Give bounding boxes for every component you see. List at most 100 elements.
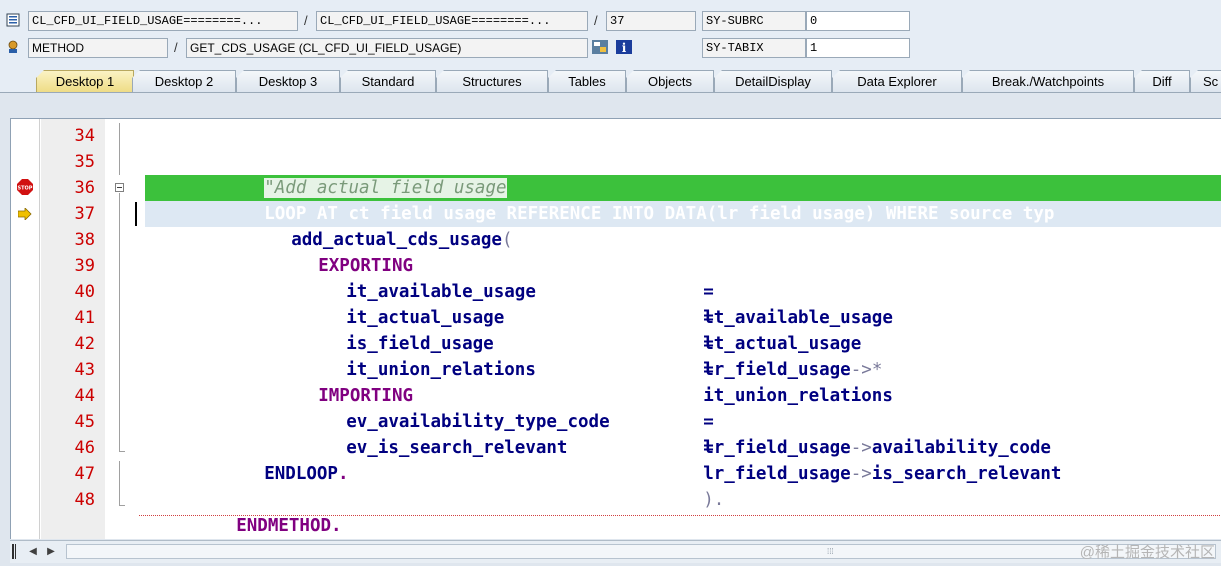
deref-arrow: -> [850,464,872,484]
code-line-35: "Add actual field usage [201,149,507,198]
debugger-header: CL_CFD_UI_FIELD_USAGE========... / CL_CF… [0,0,1221,68]
code-line-44-value: = lr_field_usage->availability_code [640,383,1051,458]
tab-desktop-2[interactable]: Desktop 2 [132,70,236,92]
param-value: lr_field_usage [703,438,851,458]
close-paren: ). [703,490,725,510]
code-line-38: EXPORTING [255,227,413,276]
code-line-42: it_union_relations [283,331,536,380]
code-line-37: add_actual_cds_usage( [228,201,512,250]
line-number: 46 [74,438,95,458]
line-number: 34 [74,126,95,146]
current-line-arrow-icon [17,207,32,223]
code-line-42-value: = it_union_relations [640,331,893,406]
line-number: 41 [74,308,95,328]
tab-detail-display[interactable]: DetailDisplay [714,70,832,92]
line-field[interactable]: 37 [606,11,696,31]
attribute: is_search_relevant [871,464,1062,484]
desktop-tab-strip: Desktop 1 Desktop 2 Desktop 3 Standard S… [0,68,1221,93]
param-name: ev_is_search_relevant [346,438,568,458]
scroll-home-icon[interactable] [12,544,16,559]
fold-end [119,451,125,452]
method-end-separator [139,515,1221,516]
tab-objects[interactable]: Objects [626,70,714,92]
line-number: 39 [74,256,95,276]
scroll-grip-icon[interactable]: ⁞⁞⁞ [827,545,834,558]
code-line-46: ENDLOOP. [201,435,348,484]
svg-text:STOP: STOP [18,186,33,192]
sysvar-value-field[interactable]: 0 [806,11,910,31]
line-number: 37 [74,204,95,224]
watermark: @稀土掘金技术社区 [1079,544,1215,561]
tab-structures[interactable]: Structures [436,70,548,92]
code-line-40-value: = lt_actual_usage [640,279,861,354]
deref-star: * [871,360,883,380]
horizontal-scrollbar[interactable]: ◀ ▶ ⁞⁞⁞ [10,540,1221,563]
method-icon [6,40,20,54]
program-field[interactable]: CL_CFD_UI_FIELD_USAGE========... [28,11,298,31]
code-line-36: LOOP AT ct field usage REFERENCE INTO DA… [201,175,1054,224]
stop-icon[interactable]: STOP [17,179,33,198]
line-number: 44 [74,386,95,406]
fold-end [119,505,125,506]
line-number: 43 [74,360,95,380]
code-line-41-value: = lr_field_usage->* [640,305,882,380]
assign-op: = [703,438,714,458]
tab-tables[interactable]: Tables [548,70,626,92]
line-number: 38 [74,230,95,250]
tab-desktop-3[interactable]: Desktop 3 [236,70,340,92]
event-name-field[interactable]: GET_CDS_USAGE (CL_CFD_UI_FIELD_USAGE) [186,38,588,58]
period: . [337,464,349,484]
attribute: availability_code [871,438,1051,458]
fold-line [119,461,120,505]
line-number: 45 [74,412,95,432]
line-number: 42 [74,334,95,354]
tab-data-explorer[interactable]: Data Explorer [832,70,962,92]
period: . [331,516,342,536]
scroll-left-icon[interactable]: ◀ [26,544,40,559]
code-line-41: is_field_usage [283,305,494,354]
svg-text:i: i [622,41,627,54]
fold-toggle[interactable] [115,183,124,192]
include-field[interactable]: CL_CFD_UI_FIELD_USAGE========... [316,11,588,31]
code-line-44: ev_availability_type_code [283,383,609,432]
deref-arrow: -> [850,438,872,458]
code-line-39-value: = lt_available_usage [640,253,893,328]
scroll-right-icon[interactable]: ▶ [44,544,58,559]
paren: ( [501,230,513,250]
event-type-field[interactable]: METHOD [28,38,168,58]
tab-standard[interactable]: Standard [340,70,436,92]
fold-line [119,123,120,175]
line-number: 47 [74,464,95,484]
code-line-45-value: = lr_field_usage->is_search_relevant ). [640,409,1061,510]
separator: / [304,13,308,28]
info-icon[interactable]: i [616,40,632,55]
param-value: lr_field_usage [703,464,851,484]
program-icon [6,13,20,27]
code-line-40: it_actual_usage [283,279,504,328]
assign-op: = [703,360,714,380]
scroll-track[interactable]: ⁞⁞⁞ [66,544,1216,559]
text-cursor [135,202,137,226]
keyword-endloop: ENDLOOP [264,464,338,484]
fold-line [119,193,120,451]
line-number-column: 34 35 36 37 38 39 40 41 42 43 44 45 46 4… [41,119,105,539]
tab-diff[interactable]: Diff [1134,70,1190,92]
navigate-icon[interactable] [592,40,608,54]
source-code-editor[interactable]: STOP 34 35 36 37 38 39 40 41 42 43 44 45… [10,118,1221,539]
sysvar-value-field-2[interactable]: 1 [806,38,910,58]
tab-more[interactable]: Sc [1190,70,1221,92]
code-line-45: ev_is_search_relevant [283,409,567,458]
deref-arrow: -> [850,360,872,380]
tab-break-watchpoints[interactable]: Break./Watchpoints [962,70,1134,92]
tab-desktop-1[interactable]: Desktop 1 [36,70,134,92]
breakpoint-gutter[interactable]: STOP [11,119,40,539]
sysvar-name-field-2[interactable]: SY-TABIX [702,38,806,58]
line-number: 48 [74,490,95,510]
code-line-39: it_available_usage [283,253,536,302]
param-value: lr_field_usage [703,360,851,380]
line-number: 35 [74,152,95,172]
code-area[interactable]: "Add actual field usage LOOP AT ct field… [105,119,1221,539]
keyword-endmethod: ENDMETHOD [236,516,332,536]
sysvar-name-field[interactable]: SY-SUBRC [702,11,806,31]
line-number: 40 [74,282,95,302]
